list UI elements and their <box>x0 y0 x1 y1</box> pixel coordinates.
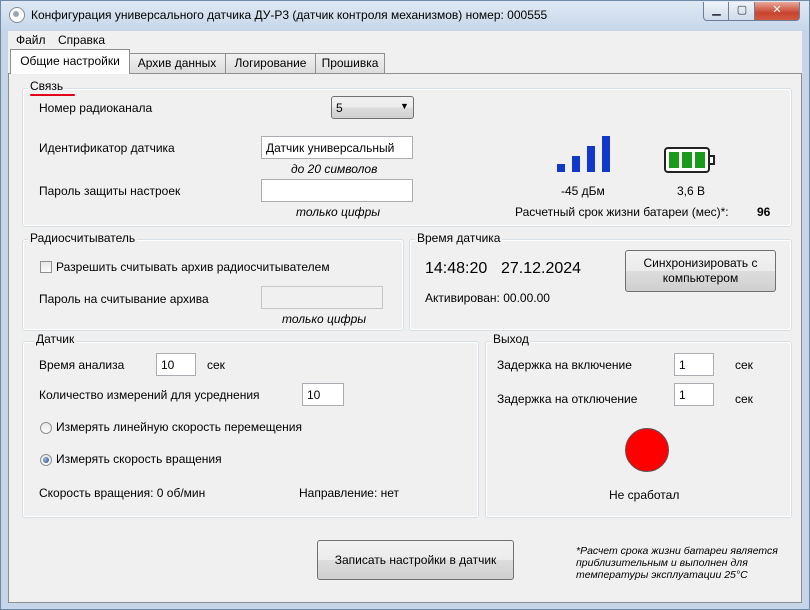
app-window: Конфигурация универсального датчика ДУ-Р… <box>0 0 810 610</box>
battery-cell <box>695 152 705 168</box>
menu-bar: Файл Справка <box>8 31 802 49</box>
activated-text: Активирован: 00.00.00 <box>425 291 550 305</box>
tab-label: Общие настройки <box>20 54 120 68</box>
title-bar: Конфигурация универсального датчика ДУ-Р… <box>1 1 809 29</box>
sensor-id-label: Идентификатор датчика <box>39 141 175 155</box>
tab-content: Связь Номер радиоканала 5 ▼ Идентификато… <box>8 73 802 603</box>
off-delay-field[interactable]: 1 <box>674 383 714 406</box>
tab-general-settings[interactable]: Общие настройки <box>10 49 130 74</box>
link-group-title: Связь <box>28 79 66 93</box>
tab-firmware[interactable]: Прошивка <box>315 53 385 73</box>
sensor-group-title: Датчик <box>34 332 77 346</box>
tab-label: Логирование <box>234 56 307 70</box>
rotation-speed-radio[interactable] <box>40 454 52 466</box>
battery-cell <box>669 152 679 168</box>
app-icon <box>9 7 25 23</box>
tab-label: Прошивка <box>321 56 379 70</box>
allow-reader-checkbox[interactable] <box>40 261 52 273</box>
tab-label: Архив данных <box>137 56 217 70</box>
minimize-button[interactable]: ▁ <box>703 2 730 21</box>
link-title-underline <box>30 94 75 96</box>
archive-password-field[interactable] <box>261 286 383 309</box>
settings-password-label: Пароль защиты настроек <box>39 184 181 198</box>
sensor-id-hint: до 20 символов <box>291 162 378 176</box>
linear-speed-radio[interactable] <box>40 422 52 434</box>
signal-bar <box>572 156 580 172</box>
output-group-title: Выход <box>491 332 531 346</box>
analysis-time-label: Время анализа <box>39 358 125 372</box>
sync-time-button[interactable]: Синхронизировать с компьютером <box>625 250 776 292</box>
menu-help[interactable]: Справка <box>58 33 105 47</box>
maximize-icon: ▢ <box>736 4 748 16</box>
off-delay-unit: сек <box>735 392 753 406</box>
window-title: Конфигурация универсального датчика ДУ-Р… <box>31 8 548 22</box>
close-icon: ✕ <box>772 4 782 16</box>
battery-footnote: *Расчет срока жизни батареи является при… <box>576 545 778 581</box>
write-settings-button[interactable]: Записать настройки в датчик <box>317 540 514 580</box>
signal-bar <box>602 136 610 172</box>
allow-reader-label: Разрешить считывать архив радиосчитывате… <box>56 260 330 274</box>
radio-channel-select[interactable]: 5 ▼ <box>331 96 414 119</box>
output-indicator <box>625 428 669 472</box>
archive-password-label: Пароль на считывание архива <box>39 292 209 306</box>
analysis-time-unit: сек <box>207 358 225 372</box>
minimize-icon: ▁ <box>712 4 721 16</box>
on-delay-field[interactable]: 1 <box>674 353 714 376</box>
battery-icon <box>664 147 716 179</box>
on-delay-unit: сек <box>735 358 753 372</box>
archive-password-hint: только цифры <box>282 312 367 326</box>
chevron-down-icon: ▼ <box>400 101 409 111</box>
linear-speed-label: Измерять линейную скорость перемещения <box>56 420 303 434</box>
direction-readout: Направление: нет <box>299 486 400 500</box>
signal-bar <box>557 164 565 172</box>
close-button[interactable]: ✕ <box>754 2 800 21</box>
settings-password-field[interactable] <box>261 179 413 202</box>
sensor-date: 27.12.2024 <box>501 260 582 277</box>
off-delay-label: Задержка на отключение <box>497 392 638 406</box>
signal-bar <box>587 146 595 172</box>
maximize-button[interactable]: ▢ <box>728 2 756 21</box>
battery-life-value: 96 <box>757 205 771 219</box>
signal-strength-icon <box>555 134 615 178</box>
analysis-time-field[interactable]: 10 <box>156 353 196 376</box>
sensor-time: 14:48:20 <box>425 260 488 277</box>
signal-level-text: -45 дБм <box>561 184 605 198</box>
rotation-speed-label: Измерять скорость вращения <box>56 452 222 466</box>
battery-cell <box>682 152 692 168</box>
rotation-speed-readout: Скорость вращения: 0 об/мин <box>39 486 206 500</box>
radio-channel-value: 5 <box>336 101 343 115</box>
battery-life-label: Расчетный срок жизни батареи (мес)*: <box>515 205 729 219</box>
battery-voltage-text: 3,6 В <box>677 184 706 198</box>
tab-logging[interactable]: Логирование <box>225 53 316 73</box>
on-delay-label: Задержка на включение <box>497 358 632 372</box>
sensor-id-field[interactable]: Датчик универсальный <box>261 136 413 159</box>
menu-file[interactable]: Файл <box>16 33 46 47</box>
tab-data-archive[interactable]: Архив данных <box>128 53 226 73</box>
reader-group-title: Радиосчитыватель <box>28 231 138 245</box>
tab-strip: Общие настройки Архив данных Логирование… <box>8 49 802 74</box>
radio-channel-label: Номер радиоканала <box>39 101 153 115</box>
averaging-count-label: Количество измерений для усреднения <box>39 388 260 402</box>
output-status: Не сработал <box>609 488 680 502</box>
time-group-title: Время датчика <box>415 231 503 245</box>
averaging-count-field[interactable]: 10 <box>302 383 344 406</box>
settings-password-hint: только цифры <box>296 205 381 219</box>
